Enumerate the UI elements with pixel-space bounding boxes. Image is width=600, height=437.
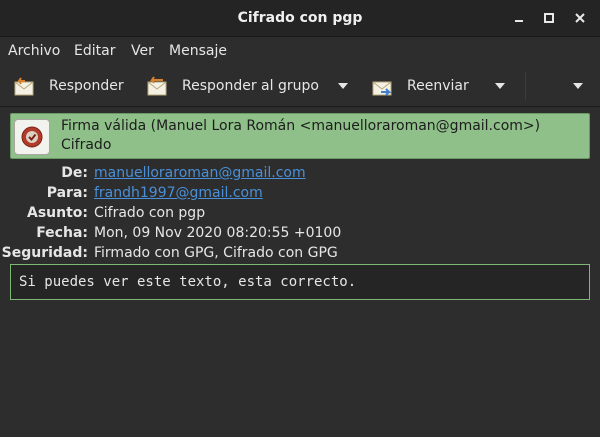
toolbar-overflow-icon[interactable] [573, 83, 583, 89]
menu-mensaje[interactable]: Mensaje [169, 37, 227, 65]
to-label: Para: [46, 185, 88, 201]
forward-button[interactable]: Reenviar [407, 66, 469, 106]
menu-editar[interactable]: Editar [74, 37, 115, 65]
minimize-icon [515, 20, 523, 22]
date-label: Fecha: [36, 225, 88, 241]
minimize-button[interactable] [510, 9, 528, 27]
menu-bar: Archivo Editar Ver Mensaje [0, 37, 600, 65]
message-pane: Firma válida (Manuel Lora Román <manuell… [0, 107, 600, 437]
seal-icon [21, 126, 43, 148]
forward-dropdown-icon[interactable] [495, 83, 505, 89]
forward-envelope-icon[interactable] [371, 75, 393, 97]
reply-group-button[interactable]: Responder al grupo [182, 66, 319, 106]
from-label: De: [61, 165, 88, 181]
subject-label: Asunto: [26, 205, 88, 221]
encryption-status-text: Cifrado [61, 137, 112, 153]
security-value: Firmado con GPG, Cifrado con GPG [94, 245, 338, 261]
signature-status-bar: Firma válida (Manuel Lora Román <manuell… [10, 113, 590, 159]
menu-ver[interactable]: Ver [131, 37, 154, 65]
reply-envelope-icon[interactable] [13, 75, 35, 97]
signature-icon-button[interactable] [14, 119, 50, 155]
security-label: Seguridad: [1, 245, 88, 261]
title-bar: Cifrado con pgp [0, 0, 600, 37]
reply-group-dropdown-icon[interactable] [338, 83, 348, 89]
date-value: Mon, 09 Nov 2020 08:20:55 +0100 [94, 225, 342, 241]
subject-value: Cifrado con pgp [94, 205, 206, 221]
from-link[interactable]: manuelloraroman@gmail.com [94, 165, 306, 181]
message-body-text: Si puedes ver este texto, esta correcto. [19, 274, 357, 290]
menu-archivo[interactable]: Archivo [8, 37, 60, 65]
toolbar-separator [525, 72, 526, 100]
message-body[interactable]: Si puedes ver este texto, esta correcto. [10, 264, 590, 300]
reply-button[interactable]: Responder [49, 66, 124, 106]
toolbar: Responder Responder al grupo Reenviar [0, 66, 600, 107]
close-icon [575, 13, 585, 23]
maximize-button[interactable] [540, 9, 558, 27]
to-link[interactable]: frandh1997@gmail.com [94, 185, 263, 201]
close-button[interactable] [571, 9, 589, 27]
maximize-icon [544, 13, 554, 23]
reply-group-envelope-icon[interactable] [146, 75, 168, 97]
signature-status-text: Firma válida (Manuel Lora Román <manuell… [61, 118, 541, 134]
